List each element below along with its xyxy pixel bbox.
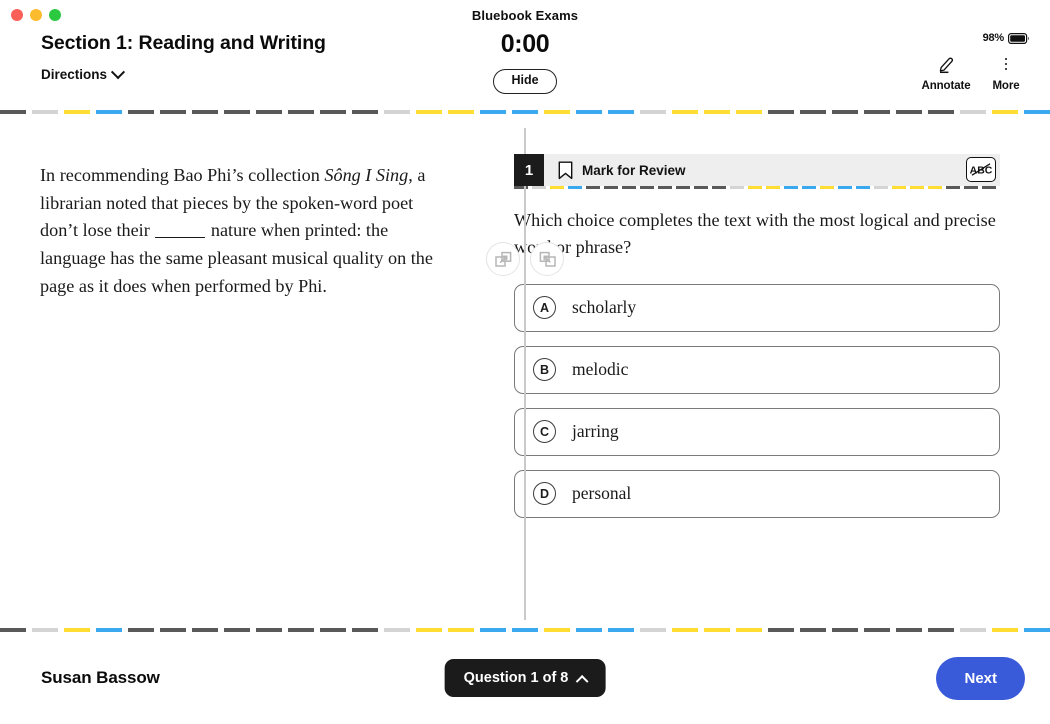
question-number-badge: 1 [514,154,544,186]
choice-letter-d: D [533,482,556,506]
bookmark-icon [558,161,573,179]
passage-pane: In recommending Bao Phi’s collection Sôn… [0,114,474,628]
battery-percent-label: 98% [982,32,1005,44]
answer-choice-b[interactable]: B melodic [514,345,1000,394]
bluebook-exam-window: Bluebook Exams Section 1: Reading and Wr… [0,0,1050,724]
chevron-up-icon [575,674,589,688]
mark-for-review-label: Mark for Review [582,162,686,178]
expand-arrow-icon [494,251,511,267]
annotate-button[interactable]: Annotate [921,54,971,92]
exam-header: Section 1: Reading and Writing Direction… [0,30,1050,110]
pane-splitter[interactable] [524,128,526,620]
question-navigator-label: Question 1 of 8 [463,670,569,686]
passage-blank [155,237,206,239]
pane-split-controls [486,242,564,276]
window-title-bar: Bluebook Exams [0,0,1050,30]
question-header-wrap: 1 Mark for Review ABC [514,154,1000,189]
collapse-right-pane-button[interactable] [530,242,564,276]
answer-choice-c[interactable]: C jarring [514,407,1000,456]
collapse-arrow-icon [539,251,556,267]
student-name: Susan Bassow [41,668,160,687]
choice-text-d: personal [572,483,632,504]
expand-right-pane-button[interactable] [486,242,520,276]
hide-timer-button[interactable]: Hide [493,69,557,94]
question-header-divider-rule [514,186,1000,189]
cross-out-tool-button[interactable]: ABC [966,157,996,182]
choice-text-a: scholarly [572,297,637,318]
question-header: 1 Mark for Review ABC [514,154,1000,186]
passage-work-title: Sông I Sing [324,165,409,185]
header-center-group: 0:00 Hide [0,30,1050,94]
more-button[interactable]: More [982,54,1030,92]
minimize-window-button[interactable] [30,9,42,21]
battery-icon [1008,32,1029,44]
annotate-label: Annotate [921,80,971,92]
answer-choices: A scholarly B melodic C jarring D person… [514,283,1000,518]
next-button[interactable]: Next [936,656,1025,700]
question-prompt: Which choice completes the text with the… [514,210,996,258]
window-traffic-lights [11,9,61,21]
battery-status: 98% [922,30,1030,46]
choice-letter-b: B [533,358,556,382]
exam-footer: Susan Bassow Question 1 of 8 Next [0,632,1050,724]
vertical-dots-icon [1004,54,1008,74]
answer-choice-a[interactable]: A scholarly [514,283,1000,332]
mark-for-review-button[interactable]: Mark for Review [558,161,686,180]
exam-timer: 0:00 [500,30,550,58]
answer-choice-d[interactable]: D personal [514,469,1000,518]
window-title: Bluebook Exams [471,7,579,23]
header-right-group: 98% Annotate More [921,30,1030,92]
question-pane: 1 Mark for Review ABC Which choice compl… [474,114,1050,628]
passage-text: In recommending Bao Phi’s collection Sôn… [40,162,434,300]
maximize-window-button[interactable] [49,9,61,21]
question-navigator-button[interactable]: Question 1 of 8 [444,659,606,697]
exam-content: In recommending Bao Phi’s collection Sôn… [0,114,1050,628]
header-tools: Annotate More [921,54,1030,92]
pencil-highlighter-icon [937,54,956,74]
close-window-button[interactable] [11,9,23,21]
more-label: More [992,80,1020,92]
choice-text-b: melodic [572,359,629,380]
passage-part-1: In recommending Bao Phi’s collection [40,165,325,185]
choice-letter-a: A [533,296,556,320]
choice-text-c: jarring [572,421,619,442]
abc-strikethrough-icon: ABC [970,163,993,177]
choice-letter-c: C [533,420,556,444]
